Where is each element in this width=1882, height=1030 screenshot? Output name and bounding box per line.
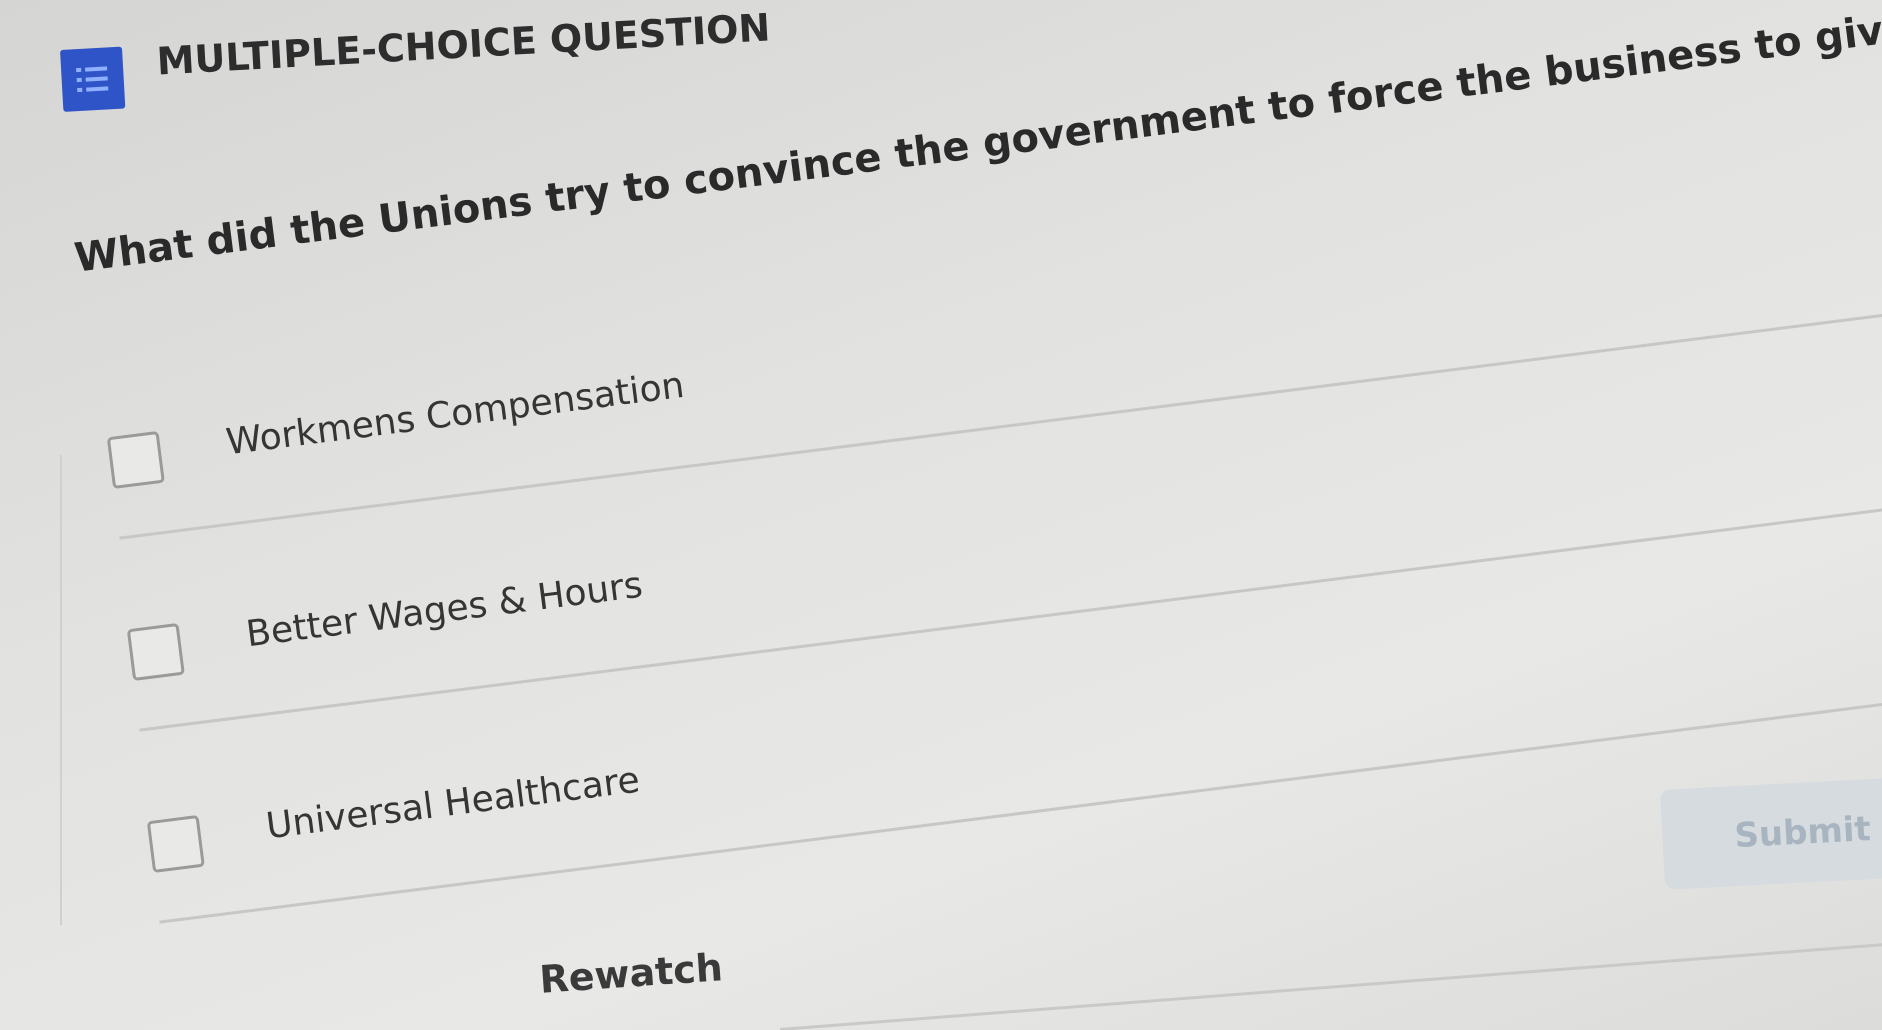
submit-button[interactable]: Submit xyxy=(1660,776,1882,890)
question-header: MULTIPLE-CHOICE QUESTION xyxy=(60,5,773,112)
options-panel-edge xyxy=(60,455,62,925)
quiz-screen: MULTIPLE-CHOICE QUESTION What did the Un… xyxy=(0,0,1882,1030)
rewatch-button[interactable]: Rewatch xyxy=(538,945,724,1002)
option-label: Universal Healthcare xyxy=(263,759,642,848)
list-icon xyxy=(60,46,126,112)
option-checkbox[interactable] xyxy=(126,622,185,682)
option-label: Better Wages & Hours xyxy=(243,564,645,656)
option-checkbox[interactable] xyxy=(146,814,205,874)
question-type-label: MULTIPLE-CHOICE QUESTION xyxy=(155,5,772,84)
option-label: Workmens Compensation xyxy=(223,364,687,464)
footer-divider xyxy=(780,935,1882,1030)
option-checkbox[interactable] xyxy=(106,430,165,490)
